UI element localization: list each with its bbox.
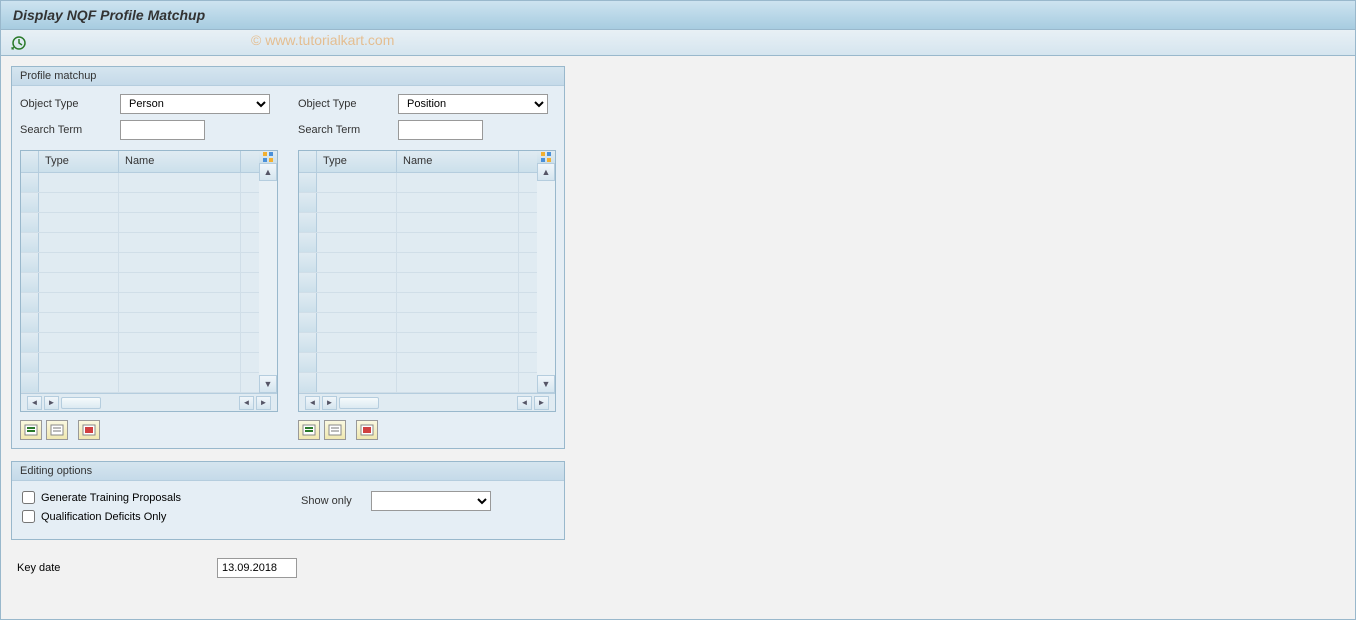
right-object-type-label: Object Type bbox=[298, 98, 398, 110]
left-search-term-label: Search Term bbox=[20, 124, 120, 136]
table-row[interactable] bbox=[299, 193, 537, 213]
right-search-term-input[interactable] bbox=[398, 120, 483, 140]
right-search-term-label: Search Term bbox=[298, 124, 398, 136]
table-row[interactable] bbox=[299, 353, 537, 373]
watermark-text: © www.tutorialkart.com bbox=[251, 32, 394, 48]
table-row[interactable] bbox=[21, 173, 259, 193]
table-row[interactable] bbox=[21, 293, 259, 313]
editing-options-header: Editing options bbox=[12, 462, 564, 481]
col-name-header[interactable]: Name bbox=[397, 151, 519, 172]
table-row[interactable] bbox=[21, 313, 259, 333]
horizontal-scrollbar[interactable]: ◄ ► ◄ ► bbox=[21, 393, 277, 411]
right-table: Type Name bbox=[298, 150, 556, 412]
left-object-type-select[interactable]: Person bbox=[120, 94, 270, 114]
horizontal-scrollbar[interactable]: ◄ ► ◄ ► bbox=[299, 393, 555, 411]
table-row[interactable] bbox=[299, 233, 537, 253]
table-row[interactable] bbox=[299, 333, 537, 353]
table-row[interactable] bbox=[21, 353, 259, 373]
scroll-left-icon[interactable]: ◄ bbox=[305, 396, 320, 410]
show-only-label: Show only bbox=[301, 495, 371, 507]
scroll-right-end-icon[interactable]: ► bbox=[534, 396, 549, 410]
select-all-button[interactable] bbox=[20, 420, 42, 440]
table-row[interactable] bbox=[21, 273, 259, 293]
show-only-select[interactable] bbox=[371, 491, 491, 511]
generate-training-label: Generate Training Proposals bbox=[41, 492, 181, 504]
left-matchup-panel: Object Type Person Search Term bbox=[20, 94, 278, 440]
deselect-all-button[interactable] bbox=[324, 420, 346, 440]
table-row[interactable] bbox=[21, 233, 259, 253]
row-selector-header[interactable] bbox=[21, 151, 39, 172]
key-date-input[interactable] bbox=[217, 558, 297, 578]
right-object-type-select[interactable]: Position bbox=[398, 94, 548, 114]
table-header: Type Name bbox=[21, 151, 259, 173]
row-selector-header[interactable] bbox=[299, 151, 317, 172]
delete-button[interactable] bbox=[78, 420, 100, 440]
scroll-left-end-icon[interactable]: ◄ bbox=[239, 396, 254, 410]
execute-icon[interactable] bbox=[11, 35, 27, 51]
scroll-left-icon[interactable]: ◄ bbox=[27, 396, 42, 410]
table-row[interactable] bbox=[21, 213, 259, 233]
table-row[interactable] bbox=[299, 293, 537, 313]
right-matchup-panel: Object Type Position Search Term bbox=[298, 94, 556, 440]
scroll-down-icon[interactable]: ▼ bbox=[537, 375, 555, 393]
sap-window: Display NQF Profile Matchup © www.tutori… bbox=[0, 0, 1356, 620]
content-area: Profile matchup Object Type Person Searc… bbox=[1, 56, 1355, 594]
table-row[interactable] bbox=[299, 313, 537, 333]
deselect-all-button[interactable] bbox=[46, 420, 68, 440]
col-type-header[interactable]: Type bbox=[317, 151, 397, 172]
page-title: Display NQF Profile Matchup bbox=[1, 1, 1355, 30]
table-row[interactable] bbox=[299, 273, 537, 293]
vertical-scrollbar[interactable]: ▲ ▼ bbox=[537, 151, 555, 393]
table-row[interactable] bbox=[299, 373, 537, 393]
profile-matchup-group: Profile matchup Object Type Person Searc… bbox=[11, 66, 565, 449]
scroll-up-icon[interactable]: ▲ bbox=[259, 163, 277, 181]
table-settings-icon[interactable] bbox=[259, 151, 277, 163]
generate-training-checkbox[interactable] bbox=[22, 491, 35, 504]
col-name-header[interactable]: Name bbox=[119, 151, 241, 172]
scroll-right-icon[interactable]: ► bbox=[322, 396, 337, 410]
vertical-scrollbar[interactable]: ▲ ▼ bbox=[259, 151, 277, 393]
scroll-right-end-icon[interactable]: ► bbox=[256, 396, 271, 410]
scroll-down-icon[interactable]: ▼ bbox=[259, 375, 277, 393]
toolbar: © www.tutorialkart.com bbox=[1, 30, 1355, 56]
left-table: Type Name bbox=[20, 150, 278, 412]
qualification-deficits-label: Qualification Deficits Only bbox=[41, 511, 166, 523]
scroll-left-end-icon[interactable]: ◄ bbox=[517, 396, 532, 410]
table-row[interactable] bbox=[21, 373, 259, 393]
table-row[interactable] bbox=[299, 253, 537, 273]
scroll-thumb[interactable] bbox=[339, 397, 379, 409]
select-all-button[interactable] bbox=[298, 420, 320, 440]
key-date-label: Key date bbox=[17, 562, 217, 574]
left-search-term-input[interactable] bbox=[120, 120, 205, 140]
table-row[interactable] bbox=[21, 193, 259, 213]
profile-matchup-header: Profile matchup bbox=[12, 67, 564, 86]
editing-options-group: Editing options Generate Training Propos… bbox=[11, 461, 565, 540]
table-settings-icon[interactable] bbox=[537, 151, 555, 163]
scroll-thumb[interactable] bbox=[61, 397, 101, 409]
table-row[interactable] bbox=[21, 253, 259, 273]
left-object-type-label: Object Type bbox=[20, 98, 120, 110]
table-row[interactable] bbox=[299, 173, 537, 193]
delete-button[interactable] bbox=[356, 420, 378, 440]
col-type-header[interactable]: Type bbox=[39, 151, 119, 172]
scroll-right-icon[interactable]: ► bbox=[44, 396, 59, 410]
qualification-deficits-checkbox[interactable] bbox=[22, 510, 35, 523]
key-date-row: Key date bbox=[11, 552, 565, 584]
table-row[interactable] bbox=[21, 333, 259, 353]
table-row[interactable] bbox=[299, 213, 537, 233]
table-header: Type Name bbox=[299, 151, 537, 173]
scroll-up-icon[interactable]: ▲ bbox=[537, 163, 555, 181]
